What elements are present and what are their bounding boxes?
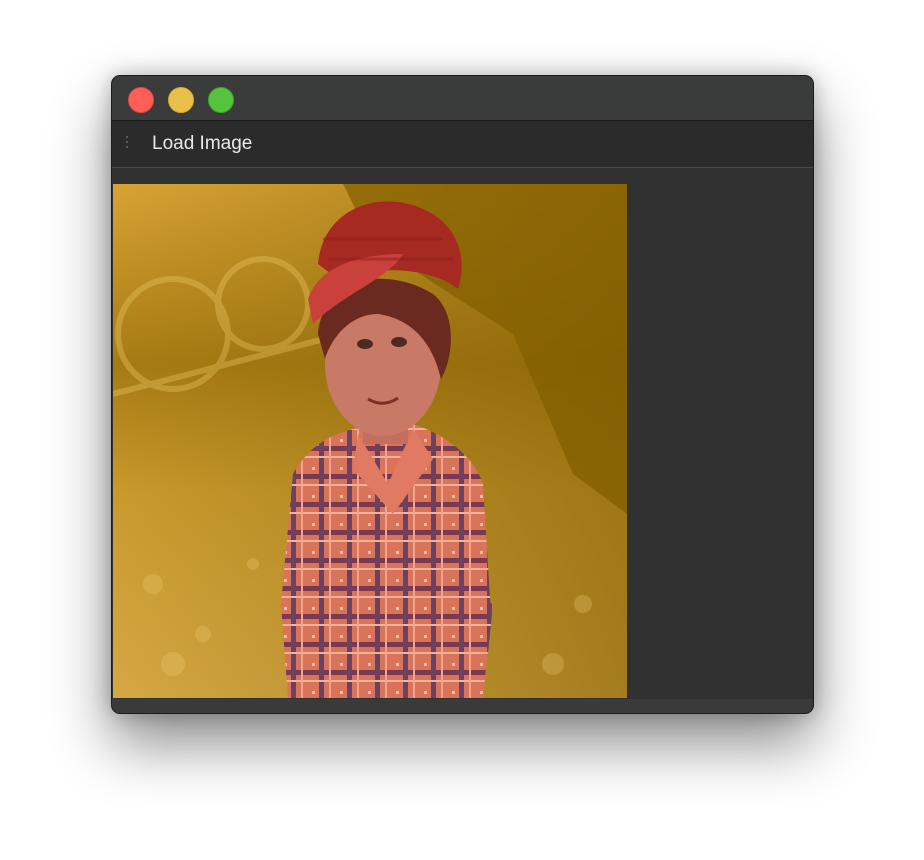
zoom-window-button[interactable] [208, 87, 234, 113]
segmentation-image-canvas [113, 184, 627, 698]
close-window-button[interactable] [128, 87, 154, 113]
toolbar: Load Image [112, 121, 813, 168]
title-bar[interactable] [112, 76, 813, 121]
load-image-button[interactable]: Load Image [146, 132, 258, 156]
segmented-photo [113, 184, 627, 698]
toolbar-grip-handle[interactable] [126, 136, 129, 152]
window-bottom-edge [112, 699, 813, 713]
app-window: Load Image [111, 75, 814, 714]
minimize-window-button[interactable] [168, 87, 194, 113]
